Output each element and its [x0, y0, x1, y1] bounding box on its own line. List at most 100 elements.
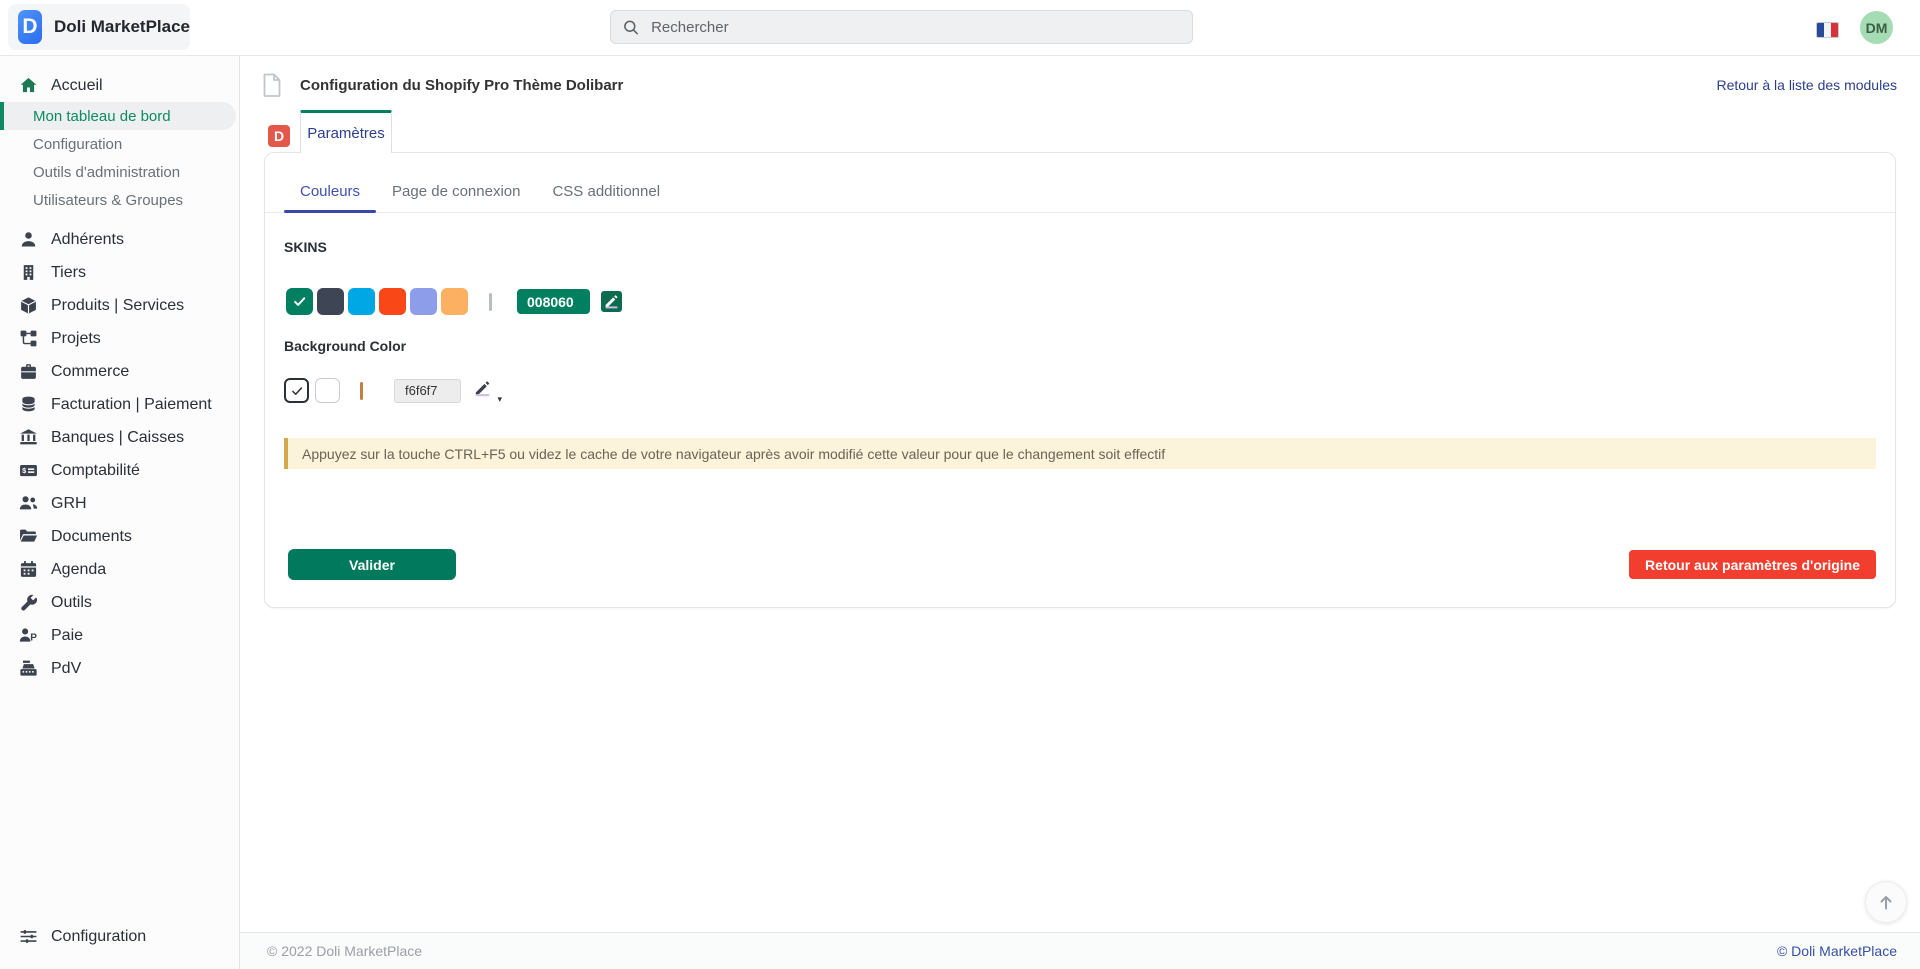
actions-row: Valider Retour aux paramètres d'origine [284, 549, 1876, 580]
cube-icon [21, 297, 36, 314]
sidebar-item-grh[interactable]: GRH [0, 487, 239, 520]
user-avatar[interactable]: DM [1860, 11, 1893, 44]
scroll-to-top-button[interactable] [1865, 881, 1907, 923]
color-picker-button[interactable] [601, 291, 622, 312]
sidebar-subitem-configuration[interactable]: Configuration [0, 130, 239, 158]
sidebar-item-comptabilite[interactable]: $ Comptabilité [0, 454, 239, 487]
skin-swatch[interactable] [379, 288, 406, 315]
warning-text: Appuyez sur la touche CTRL+F5 ou videz l… [302, 445, 1166, 462]
sidebar-item-outils[interactable]: Outils [0, 586, 239, 619]
page-footer: © 2022 Doli MarketPlace © Doli MarketPla… [240, 932, 1920, 969]
cash-register-icon [20, 660, 37, 676]
sidebar-item-accueil[interactable]: Accueil [0, 69, 239, 102]
sidebar-item-label: Comptabilité [51, 461, 140, 479]
sidebar-item-paie[interactable]: P Paie [0, 619, 239, 652]
svg-text:$: $ [22, 466, 26, 475]
module-badge-icon: D [268, 125, 290, 147]
sidebar-item-label: Configuration [51, 927, 147, 945]
global-search [610, 10, 1193, 44]
subtab-bar: Couleurs Page de connexion CSS additionn… [265, 153, 1895, 213]
background-color-picker-button[interactable]: ▾ [474, 380, 502, 403]
bank-icon [20, 429, 37, 445]
users-icon [19, 496, 38, 510]
sidebar-item-tiers[interactable]: Tiers [0, 256, 239, 289]
app-logo-icon: D [18, 10, 42, 44]
sidebar-item-projets[interactable]: Projets [0, 322, 239, 355]
sliders-icon [20, 930, 37, 943]
main-content: Configuration du Shopify Pro Thème Dolib… [240, 55, 1920, 969]
sidebar-item-label: Banques | Caisses [51, 428, 185, 446]
sidebar-item-adherents[interactable]: Adhérents [0, 223, 239, 256]
sidebar-subitem-utilisateurs-groupes[interactable]: Utilisateurs & Groupes [0, 186, 239, 214]
validate-button[interactable]: Valider [288, 549, 456, 580]
settings-card: Couleurs Page de connexion CSS additionn… [264, 152, 1896, 608]
skin-swatch[interactable] [317, 288, 344, 315]
sidebar-item-label: Tiers [51, 263, 86, 281]
back-to-modules-link[interactable]: Retour à la liste des modules [1716, 77, 1897, 93]
sidebar-item-label: GRH [51, 494, 87, 512]
tab-parametres[interactable]: Paramètres [300, 110, 392, 153]
skin-hex-input[interactable]: 008060 [517, 289, 590, 314]
svg-text:P: P [30, 632, 37, 643]
document-icon [263, 73, 281, 97]
sidebar-item-label: Agenda [51, 560, 107, 578]
sidebar-subitem-mon-tableau-de-bord[interactable]: Mon tableau de bord [0, 102, 236, 130]
check-icon [294, 297, 306, 306]
reset-defaults-button[interactable]: Retour aux paramètres d'origine [1629, 550, 1876, 579]
sidebar-subitem-outils-administration[interactable]: Outils d'administration [0, 158, 239, 186]
background-color-row: ▾ [284, 378, 1876, 403]
sidebar-item-label: Commerce [51, 362, 130, 380]
divider [489, 292, 492, 311]
sidebar-item-agenda[interactable]: Agenda [0, 553, 239, 586]
subtab-label: Couleurs [300, 182, 361, 200]
sidebar-item-label: Facturation | Paiement [51, 395, 212, 413]
sidebar-item-configuration-bottom[interactable]: Configuration [0, 920, 239, 953]
user-icon [21, 232, 36, 247]
calendar-icon [20, 561, 37, 577]
warning-banner: Appuyez sur la touche CTRL+F5 ou videz l… [284, 438, 1876, 469]
sidebar-item-commerce[interactable]: Commerce [0, 355, 239, 388]
sidebar-subitem-label: Outils d'administration [33, 163, 181, 181]
footer-copyright: © 2022 Doli MarketPlace [267, 943, 423, 959]
background-color-label: Background Color [284, 338, 407, 354]
subtab-page-de-connexion[interactable]: Page de connexion [376, 170, 536, 212]
footer-brand-link[interactable]: © Doli MarketPlace [1777, 943, 1897, 959]
sidebar-item-facturation-paiement[interactable]: Facturation | Paiement [0, 388, 239, 421]
skin-swatch[interactable] [348, 288, 375, 315]
sidebar-item-label: Projets [51, 329, 101, 347]
briefcase-icon [21, 364, 36, 379]
subtab-label: CSS additionnel [552, 182, 661, 200]
sidebar-item-pdv[interactable]: PdV [0, 652, 239, 685]
building-icon [23, 265, 34, 280]
skin-swatch[interactable] [410, 288, 437, 315]
sidebar-item-banques-caisses[interactable]: Banques | Caisses [0, 421, 239, 454]
chevron-down-icon: ▾ [497, 393, 502, 404]
search-input[interactable] [649, 17, 1180, 37]
page-title: Configuration du Shopify Pro Thème Dolib… [300, 76, 624, 94]
money-check-icon: $ [20, 465, 37, 477]
sidebar-item-label: Paie [51, 626, 84, 644]
app-title: Doli MarketPlace [53, 17, 190, 36]
home-icon [20, 77, 37, 93]
sidebar-item-documents[interactable]: Documents [0, 520, 239, 553]
check-icon [291, 386, 302, 395]
sidebar-subitem-label: Utilisateurs & Groupes [33, 191, 184, 209]
background-swatch[interactable] [315, 378, 340, 403]
subtab-couleurs[interactable]: Couleurs [284, 170, 377, 213]
skin-swatch-selected[interactable] [286, 288, 313, 315]
sidebar-item-produits-services[interactable]: Produits | Services [0, 289, 239, 322]
search-icon [624, 20, 639, 35]
language-flag-icon[interactable] [1816, 22, 1839, 38]
wrench-icon [21, 594, 38, 611]
skin-swatch-row: 008060 [284, 288, 1876, 315]
brand-card[interactable]: D Doli MarketPlace [8, 4, 190, 50]
background-hex-input[interactable] [394, 378, 461, 403]
folder-open-icon [20, 529, 38, 542]
sitemap-icon [20, 330, 37, 347]
sidebar-subitem-label: Configuration [33, 135, 123, 153]
page-head: Configuration du Shopify Pro Thème Dolib… [262, 68, 1897, 102]
subtab-css-additionnel[interactable]: CSS additionnel [536, 170, 676, 212]
background-swatch-selected[interactable] [284, 378, 309, 403]
skin-swatch[interactable] [441, 288, 468, 315]
payroll-icon: P [19, 628, 37, 643]
